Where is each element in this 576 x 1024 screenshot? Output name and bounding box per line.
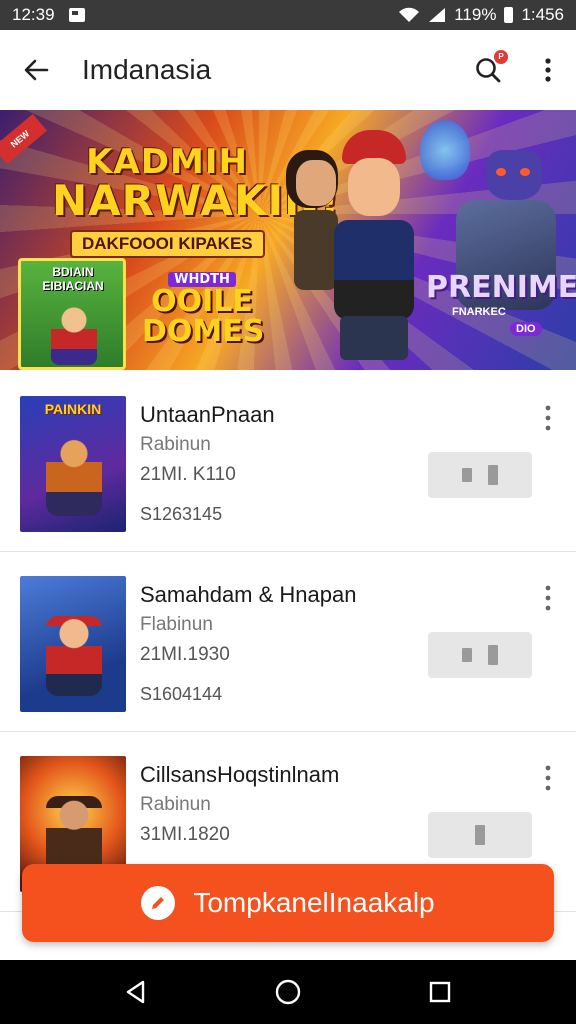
app-developer: Flabinun — [140, 614, 213, 635]
nav-back-button[interactable] — [116, 972, 156, 1012]
app-size: 21MI. K110 — [140, 464, 236, 485]
app-developer: Rabinun — [140, 794, 211, 815]
item-more-button[interactable] — [538, 582, 558, 614]
app-title: Samahdam & Hnapan — [140, 582, 357, 607]
install-button[interactable] — [428, 452, 532, 498]
more-vert-icon — [545, 765, 551, 791]
card-character — [51, 305, 97, 365]
app-title: Imdanasia — [82, 54, 212, 85]
app-title: CillsansHoqstinlnam — [140, 762, 340, 787]
circle-home-icon — [275, 979, 301, 1005]
status-left: 12:39 — [12, 5, 85, 25]
banner-promo-line-2: DOMES — [142, 314, 265, 349]
item-more-button[interactable] — [538, 402, 558, 434]
banner-subheadline: DAKFOOOI KIPAKES — [70, 230, 265, 258]
app-size: 21MI.1930 — [140, 644, 230, 665]
system-nav-bar — [0, 960, 576, 1024]
battery-percent: 119% — [454, 5, 497, 24]
back-button[interactable] — [16, 50, 56, 90]
install-icon — [462, 468, 472, 482]
triangle-back-icon — [126, 980, 145, 1004]
signal-icon — [428, 7, 446, 23]
more-vert-icon — [545, 585, 551, 611]
robot-eye — [520, 168, 530, 176]
character-jacket — [334, 220, 414, 320]
banner-character-main — [300, 120, 440, 370]
square-recents-icon — [429, 981, 451, 1003]
install-button[interactable] — [428, 812, 532, 858]
banner-premium-badge: DIO — [510, 322, 542, 336]
battery-icon — [504, 7, 514, 23]
character-shorts — [340, 316, 408, 360]
install-icon — [488, 645, 498, 665]
app-bar: Imdanasia P — [0, 30, 576, 110]
edit-icon — [141, 886, 176, 920]
banner-promo-line-1: OOILE — [151, 284, 253, 319]
character-face — [348, 158, 400, 216]
status-bar: 12:39 119% 1:456 — [0, 0, 576, 30]
status-time-right: 1:456 — [521, 5, 564, 24]
banner-headline: KADMIH NARWAKIN! — [52, 142, 341, 225]
status-time-left: 12:39 — [12, 5, 55, 24]
promo-banner[interactable]: NEW KADMIH NARWAKIN! DAKFOOOI KIPAKES BD… — [0, 110, 576, 370]
banner-premium-title: PRENIME — [426, 270, 576, 305]
notification-icon — [68, 8, 85, 22]
thumbnail-character — [46, 436, 102, 516]
app-thumbnail: PAINKIN — [20, 396, 126, 532]
banner-game-card: BDIAIN EIBIACIAN — [18, 258, 126, 370]
item-more-button[interactable] — [538, 762, 558, 794]
app-list: PAINKIN UntaanPnaan Rabinun 21MI. K110 S… — [0, 372, 576, 912]
install-button[interactable] — [428, 632, 532, 678]
more-vert-icon — [545, 405, 551, 431]
primary-action-label: TompkanelInaakalp — [193, 887, 435, 918]
arrow-left-icon — [24, 59, 49, 81]
more-options-button[interactable] — [536, 52, 560, 88]
more-vert-icon — [545, 58, 551, 82]
app-actions: P — [470, 50, 560, 88]
character-ghost — [420, 120, 470, 180]
banner-character-robot — [420, 110, 570, 370]
list-item[interactable]: PAINKIN UntaanPnaan Rabinun 21MI. K110 S… — [0, 372, 576, 552]
app-code: S1263145 — [140, 504, 223, 524]
app-size: 31MI.1820 — [140, 824, 230, 845]
thumbnail-title: PAINKIN — [44, 401, 102, 417]
robot-head — [486, 150, 542, 200]
install-icon — [462, 648, 472, 662]
nav-recents-button[interactable] — [420, 972, 460, 1012]
app-thumbnail — [20, 576, 126, 712]
banner-headline-line-2: NARWAKIN! — [52, 176, 341, 225]
robot-eye — [496, 168, 506, 176]
app-code: S1604144 — [140, 684, 223, 704]
wifi-icon — [398, 7, 420, 23]
notification-badge: P — [494, 50, 508, 64]
thumbnail-character — [46, 616, 102, 696]
screen: 12:39 119% 1:456 Imdanasia P NEW KADMIH … — [0, 0, 576, 1024]
nav-home-button[interactable] — [268, 972, 308, 1012]
primary-action-button[interactable]: TompkanelInaakalp — [22, 864, 554, 942]
banner-premium-tag: FNARKEC — [452, 306, 506, 318]
install-icon — [475, 825, 485, 845]
list-item[interactable]: Samahdam & Hnapan Flabinun 21MI.1930 S16… — [0, 552, 576, 732]
search-button[interactable]: P — [470, 50, 508, 88]
status-right: 119% 1:456 — [398, 5, 564, 25]
banner-card-text: BDIAIN EIBIACIAN — [42, 265, 104, 293]
app-developer: Rabinun — [140, 434, 211, 455]
app-title: UntaanPnaan — [140, 402, 275, 427]
install-icon — [488, 465, 498, 485]
banner-promo-text: WHDTH OOILE DOMES — [142, 268, 265, 349]
